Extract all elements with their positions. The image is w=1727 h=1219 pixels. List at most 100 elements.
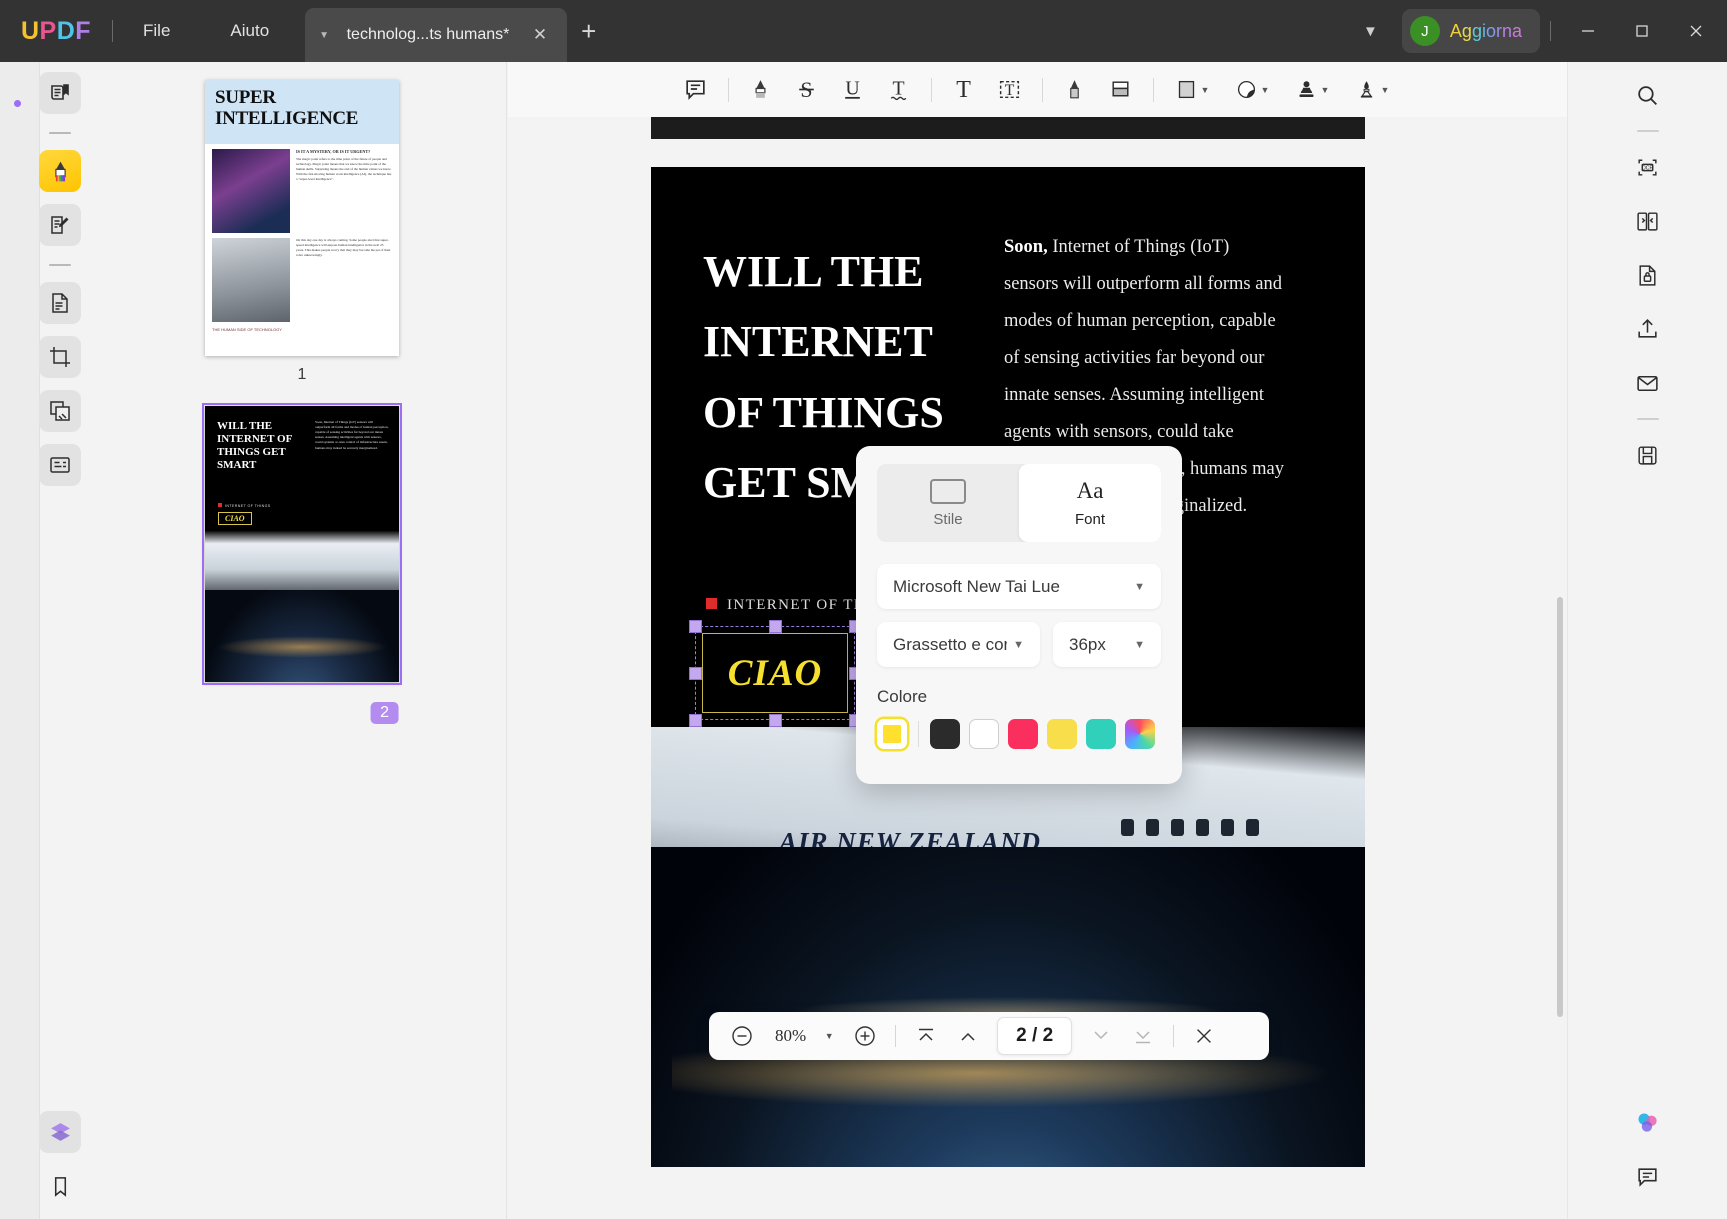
font-family-chevron-down-icon[interactable]: ▼: [1134, 581, 1145, 593]
shape-dropdown-arrow[interactable]: ▼: [1201, 85, 1210, 95]
color-swatch-crimson[interactable]: [1008, 719, 1038, 749]
search-icon[interactable]: [1627, 74, 1669, 116]
sidebar-item-reader[interactable]: [39, 72, 81, 114]
highlight-icon[interactable]: [738, 70, 784, 110]
window-minimize-button[interactable]: [1561, 0, 1615, 62]
color-swatch-teal[interactable]: [1086, 719, 1116, 749]
pencil-icon[interactable]: [1052, 70, 1098, 110]
color-swatch-black[interactable]: [930, 719, 960, 749]
tab-stile[interactable]: Stile: [877, 464, 1019, 542]
style-rect-icon: [930, 478, 966, 504]
thumbnail-page-1[interactable]: SUPER INTELLIGENCE IS IT A MYSTERY, OR I…: [205, 80, 399, 384]
updf-logo: UPDF: [20, 16, 92, 45]
thumbnail-panel[interactable]: SUPER INTELLIGENCE IS IT A MYSTERY, OR I…: [100, 62, 507, 1219]
underline-icon[interactable]: U: [830, 70, 876, 110]
font-size-chevron-down-icon[interactable]: ▼: [1134, 639, 1145, 651]
font-style-select[interactable]: Grassetto e corsivo ▼: [877, 622, 1040, 667]
previous-page-button[interactable]: [949, 1018, 987, 1054]
toolbar-divider-4: [1152, 77, 1154, 102]
sticky-note-dropdown-arrow[interactable]: ▼: [1261, 85, 1270, 95]
font-properties-popup[interactable]: Stile Aa Font Microsoft New Tai Lue ▼ Gr…: [856, 446, 1182, 784]
compare-icon[interactable]: [1627, 200, 1669, 242]
sidebar-item-layers[interactable]: [39, 1111, 81, 1153]
zoom-dropdown-arrow[interactable]: ▼: [816, 1018, 842, 1054]
svg-text:T: T: [956, 77, 971, 102]
zoom-in-button[interactable]: [846, 1018, 884, 1054]
email-icon[interactable]: [1627, 362, 1669, 404]
window-maximize-button[interactable]: [1615, 0, 1669, 62]
popup-tab-group: Stile Aa Font: [877, 464, 1161, 542]
new-tab-button[interactable]: +: [561, 0, 616, 62]
selection-bounding-box[interactable]: [689, 620, 862, 727]
strikethrough-icon[interactable]: S: [784, 70, 830, 110]
stamp-dropdown-arrow[interactable]: ▼: [1321, 85, 1330, 95]
document-scrollbar[interactable]: [1557, 597, 1563, 1017]
share-icon[interactable]: [1627, 308, 1669, 350]
resize-handle-s[interactable]: [769, 714, 782, 727]
text-icon[interactable]: T: [941, 70, 987, 110]
signature-icon[interactable]: ▼: [1343, 70, 1403, 110]
shape-icon[interactable]: ▼: [1163, 70, 1223, 110]
font-style-chevron-down-icon[interactable]: ▼: [1013, 639, 1024, 651]
sidebar-item-annotate[interactable]: [39, 150, 81, 192]
last-page-button[interactable]: [1124, 1018, 1162, 1054]
font-size-select[interactable]: 36px ▼: [1053, 622, 1161, 667]
stamp-icon[interactable]: ▼: [1283, 70, 1343, 110]
tab-title: technolog...ts humans*: [346, 26, 510, 43]
sidebar-item-convert[interactable]: [39, 390, 81, 432]
first-page-button[interactable]: [907, 1018, 945, 1054]
chevron-down-icon[interactable]: ▼: [1339, 23, 1402, 40]
zoom-out-button[interactable]: [723, 1018, 761, 1054]
color-swatch-yellow[interactable]: [1047, 719, 1077, 749]
protect-icon[interactable]: [1627, 254, 1669, 296]
resize-handle-sw[interactable]: [689, 714, 702, 727]
updf-window: UPDF File Aiuto ▼ technolog...ts humans*…: [0, 0, 1727, 1219]
thumb2-title: WILL THE INTERNET OF THINGS GET SMART: [217, 420, 292, 471]
upgrade-button[interactable]: J Aggiorna: [1401, 9, 1540, 53]
font-aa-glyph: Aa: [1076, 478, 1104, 503]
sidebar-item-organize-pages[interactable]: [39, 282, 81, 324]
menu-file[interactable]: File: [113, 0, 200, 62]
tab-close-icon[interactable]: ✕: [527, 25, 553, 45]
sticky-note-icon[interactable]: ▼: [1223, 70, 1283, 110]
save-cloud-icon[interactable]: [1627, 434, 1669, 476]
sidebar-item-edit-pdf[interactable]: [39, 204, 81, 246]
right-tool-rail: OCR: [1567, 62, 1727, 1219]
color-swatch-row: [877, 719, 1161, 749]
menu-aiuto[interactable]: Aiuto: [200, 0, 299, 62]
resize-handle-n[interactable]: [769, 620, 782, 633]
toolbar-divider-3: [1041, 77, 1043, 102]
text-box-icon[interactable]: T: [987, 70, 1033, 110]
color-swatch-white[interactable]: [969, 719, 999, 749]
comment-icon[interactable]: [673, 70, 719, 110]
sidebar-item-crop[interactable]: [39, 336, 81, 378]
font-style-size-row: Grassetto e corsivo ▼ 36px ▼: [877, 622, 1161, 667]
ocr-icon[interactable]: OCR: [1627, 146, 1669, 188]
rail-divider-2: [49, 264, 71, 266]
color-swatch-custom-picker[interactable]: [1125, 719, 1155, 749]
tab-font[interactable]: Aa Font: [1019, 464, 1161, 542]
document-tab[interactable]: ▼ technolog...ts humans* ✕: [305, 8, 568, 62]
signature-dropdown-arrow[interactable]: ▼: [1381, 85, 1390, 95]
comments-panel-icon[interactable]: [1627, 1155, 1669, 1197]
thumbnail-page-2[interactable]: WILL THE INTERNET OF THINGS GET SMART So…: [202, 403, 402, 724]
close-navigation-button[interactable]: [1185, 1018, 1223, 1054]
thumbnail-page-1-preview: SUPER INTELLIGENCE IS IT A MYSTERY, OR I…: [205, 80, 399, 356]
resize-handle-w[interactable]: [689, 667, 702, 680]
window-close-button[interactable]: [1669, 0, 1723, 62]
next-page-button[interactable]: [1082, 1018, 1120, 1054]
page-indicator[interactable]: 2 / 2: [997, 1017, 1073, 1055]
resize-handle-nw[interactable]: [689, 620, 702, 633]
squiggly-icon[interactable]: T: [876, 70, 922, 110]
sidebar-item-bookmark[interactable]: [39, 1165, 81, 1207]
sidebar-item-form[interactable]: [39, 444, 81, 486]
font-family-select[interactable]: Microsoft New Tai Lue ▼: [877, 564, 1161, 609]
thumb2-ciao-annotation: CIAO: [218, 512, 252, 525]
color-swatch-yellow-selected[interactable]: [877, 719, 907, 749]
avatar[interactable]: J: [1409, 16, 1440, 46]
eraser-icon[interactable]: [1098, 70, 1144, 110]
thumb1-row-1: IS IT A MYSTERY, OR IS IT URGENT? The ma…: [212, 149, 392, 233]
tab-caret-icon[interactable]: ▼: [319, 30, 329, 41]
ai-assistant-icon[interactable]: [1627, 1101, 1669, 1143]
thumb1-header: SUPER INTELLIGENCE: [205, 80, 399, 144]
